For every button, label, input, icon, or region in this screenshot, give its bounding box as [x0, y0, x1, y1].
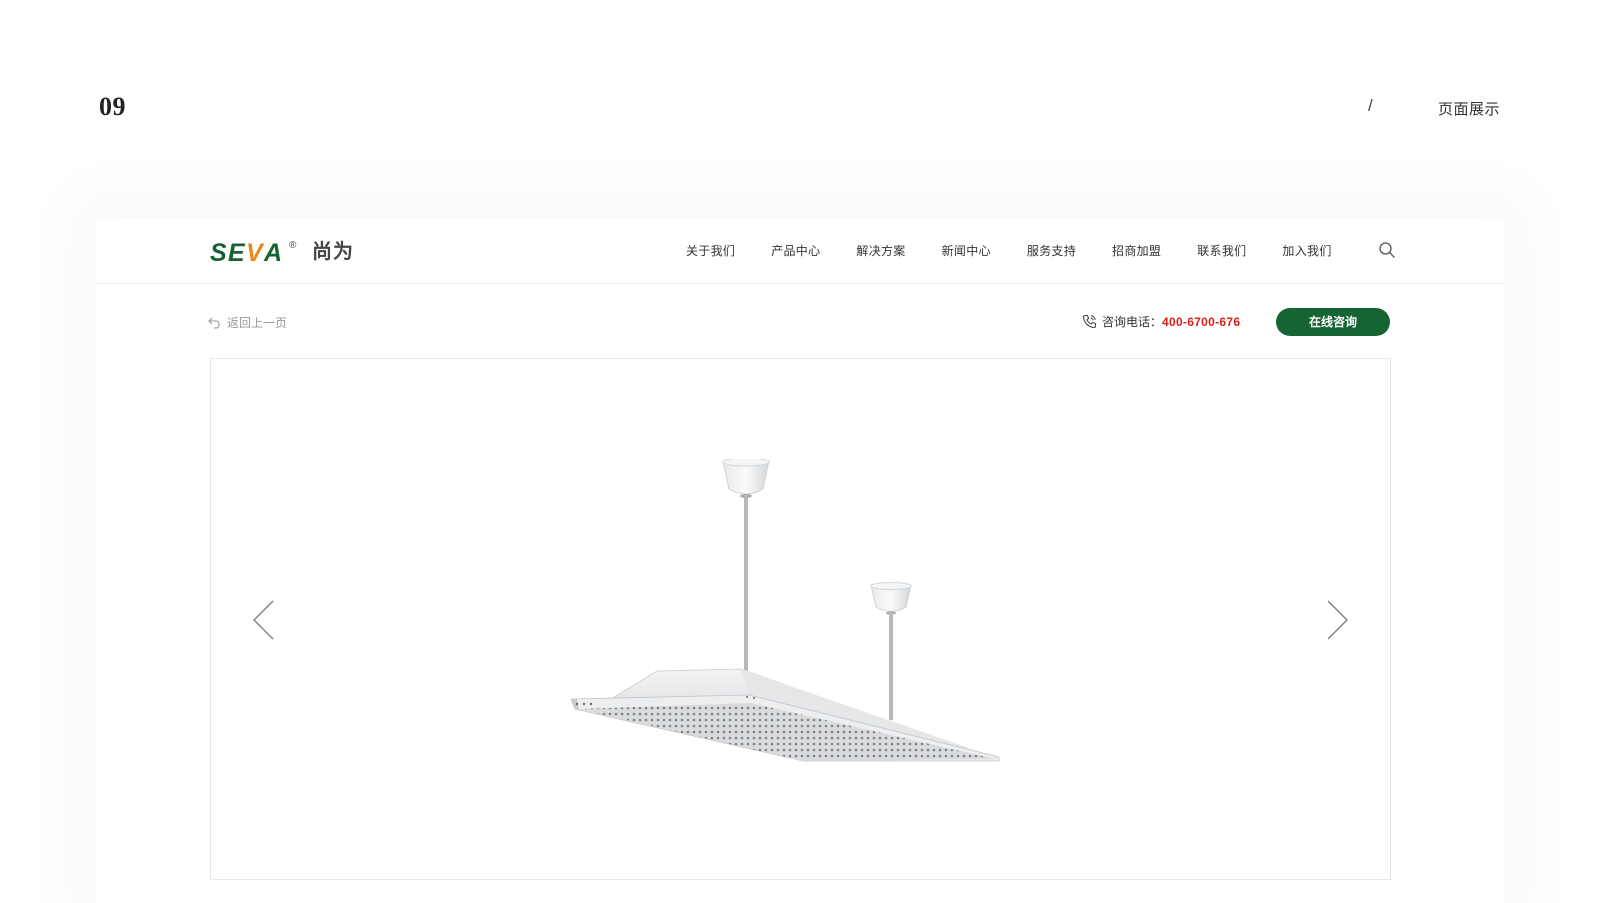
online-consult-button[interactable]: 在线咨询: [1276, 308, 1390, 336]
consult-label: 咨询电话：: [1102, 315, 1163, 329]
section-divider: /: [1368, 96, 1373, 115]
nav-contact[interactable]: 联系我们: [1197, 242, 1246, 259]
chevron-left-icon[interactable]: [251, 599, 277, 641]
consult-phone-number[interactable]: 400-6700-676: [1162, 315, 1240, 329]
registered-mark: ®: [289, 240, 297, 251]
consult-phone: 咨询电话： 400-6700-676: [1082, 313, 1240, 330]
back-link-label: 返回上一页: [227, 316, 288, 330]
svg-text:S: S: [210, 239, 227, 265]
nav-support[interactable]: 服务支持: [1027, 242, 1076, 259]
site-logo[interactable]: S E V A ® 尚为: [210, 237, 354, 265]
nav-join[interactable]: 加入我们: [1282, 242, 1331, 259]
back-link[interactable]: 返回上一页: [208, 314, 287, 331]
nav-solutions[interactable]: 解决方案: [856, 242, 905, 259]
product-lamp-image: [571, 459, 1000, 762]
svg-text:A: A: [263, 239, 281, 265]
nav-franchise[interactable]: 招商加盟: [1112, 242, 1161, 259]
svg-text:E: E: [228, 239, 246, 265]
product-image-viewer: [210, 358, 1391, 880]
chevron-right-icon[interactable]: [1324, 599, 1350, 641]
nav-news[interactable]: 新闻中心: [942, 242, 991, 259]
main-nav: 关于我们 产品中心 解决方案 新闻中心 服务支持 招商加盟 联系我们 加入我们: [686, 242, 1368, 259]
back-arrow-icon: [208, 317, 220, 329]
svg-text:V: V: [246, 239, 265, 265]
section-number: 09: [99, 92, 126, 121]
search-icon[interactable]: [1378, 241, 1396, 259]
site-header: S E V A ® 尚为 关于我们 产品中心 解决方案 新闻中心 服务支持 招商…: [96, 218, 1504, 284]
nav-about[interactable]: 关于我们: [686, 242, 735, 259]
section-title: 页面展示: [1438, 101, 1501, 118]
phone-icon: [1082, 314, 1097, 329]
seva-logo-mark: S E V A ®: [210, 239, 297, 265]
logo-chinese-name: 尚为: [312, 241, 354, 263]
nav-products[interactable]: 产品中心: [771, 242, 820, 259]
website-mockup: S E V A ® 尚为 关于我们 产品中心 解决方案 新闻中心 服务支持 招商…: [96, 218, 1504, 903]
